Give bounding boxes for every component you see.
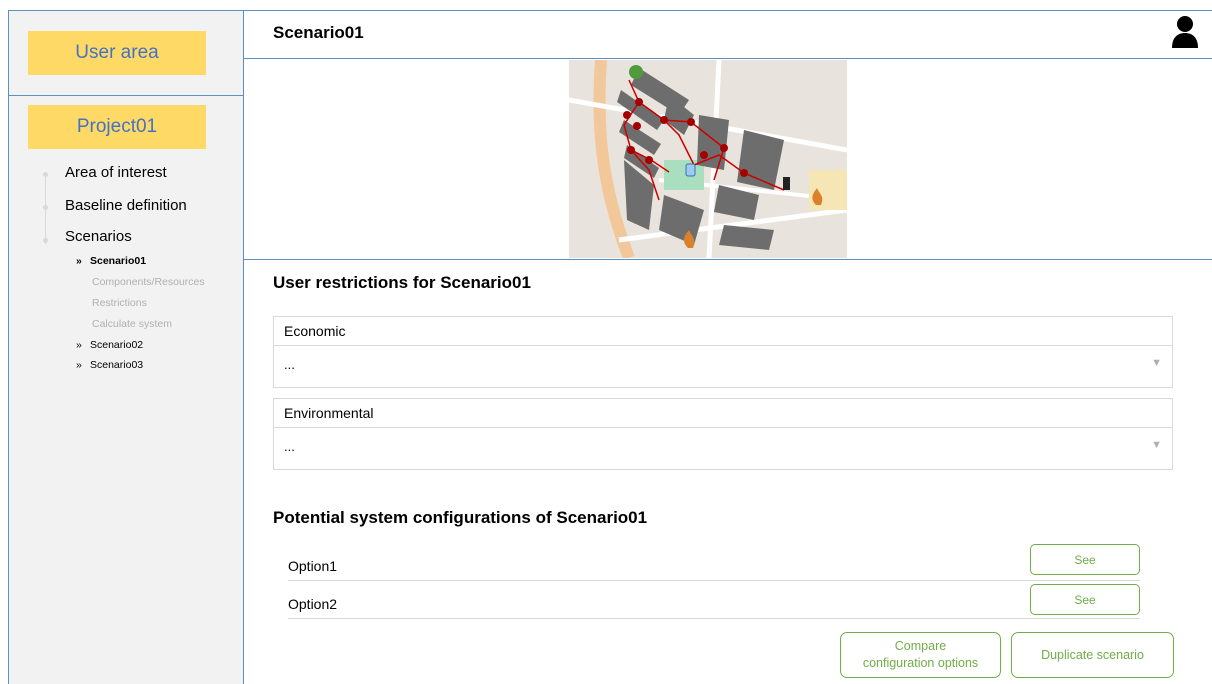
environmental-value: ... <box>284 439 295 454</box>
scenario-map[interactable] <box>569 60 847 258</box>
configurations-title: Potential system configurations of Scena… <box>273 508 648 527</box>
project-button[interactable]: Project01 <box>28 105 206 149</box>
nav-item-baseline-definition[interactable]: Baseline definition <box>65 197 187 214</box>
header-bar: Scenario01 <box>244 10 1212 59</box>
see-option1-button[interactable]: See <box>1030 544 1140 575</box>
chevron-down-icon[interactable]: ▼ <box>1151 439 1162 451</box>
economic-label: Economic <box>284 323 346 339</box>
sidebar-divider <box>9 95 243 96</box>
nav-step-components-resources[interactable]: Components/Resources <box>92 276 205 288</box>
economic-value: ... <box>284 357 295 372</box>
option-row: Option2 <box>288 583 1140 619</box>
chevron-right-icon: » <box>76 255 82 267</box>
chevron-right-icon: » <box>76 359 82 371</box>
option2-label: Option2 <box>288 596 338 612</box>
compare-button-line1: Compare <box>894 639 947 653</box>
scenario03-label: Scenario03 <box>90 359 144 371</box>
duplicate-scenario-button[interactable]: Duplicate scenario <box>1011 632 1174 678</box>
chimney-icon <box>783 177 790 190</box>
dropdown-separator <box>274 427 1172 428</box>
restrictions-title: User restrictions for Scenario01 <box>273 273 531 292</box>
nav-item-scenarios[interactable]: Scenarios <box>65 228 132 245</box>
nav-bullet <box>43 238 48 243</box>
option1-label: Option1 <box>288 558 338 574</box>
nav-item-area-of-interest[interactable]: Area of interest <box>65 164 167 181</box>
chevron-down-icon[interactable]: ▼ <box>1151 357 1162 369</box>
nav-item-scenario02[interactable]: » Scenario02 <box>76 339 143 351</box>
nav-item-scenario01[interactable]: » Scenario01 <box>76 255 146 267</box>
user-area-button[interactable]: User area <box>28 31 206 75</box>
page-title: Scenario01 <box>273 23 364 42</box>
nav-step-calculate-system[interactable]: Calculate system <box>92 318 172 330</box>
nav-step-restrictions[interactable]: Restrictions <box>92 297 147 309</box>
nav-bullet <box>43 205 48 210</box>
environmental-restriction-dropdown[interactable]: Environmental ... ▼ <box>273 398 1173 470</box>
scenario02-label: Scenario02 <box>90 339 144 351</box>
chevron-right-icon: » <box>76 339 82 351</box>
see-option2-button[interactable]: See <box>1030 584 1140 615</box>
compare-configuration-options-button[interactable]: Compare configuration options <box>840 632 1001 678</box>
tank-icon <box>685 163 696 177</box>
tree-icon <box>629 65 643 79</box>
option-row: Option1 <box>288 545 1140 581</box>
map-divider <box>244 259 1212 260</box>
sidebar: User area Project01 Area of interest Bas… <box>8 10 244 684</box>
dropdown-separator <box>274 345 1172 346</box>
nav-item-scenario03[interactable]: » Scenario03 <box>76 359 143 371</box>
economic-restriction-dropdown[interactable]: Economic ... ▼ <box>273 316 1173 388</box>
environmental-label: Environmental <box>284 405 374 421</box>
compare-button-line2: configuration options <box>862 656 979 670</box>
scenario01-label: Scenario01 <box>90 255 147 267</box>
user-icon[interactable] <box>1170 15 1200 49</box>
nav-bullet <box>43 172 48 177</box>
